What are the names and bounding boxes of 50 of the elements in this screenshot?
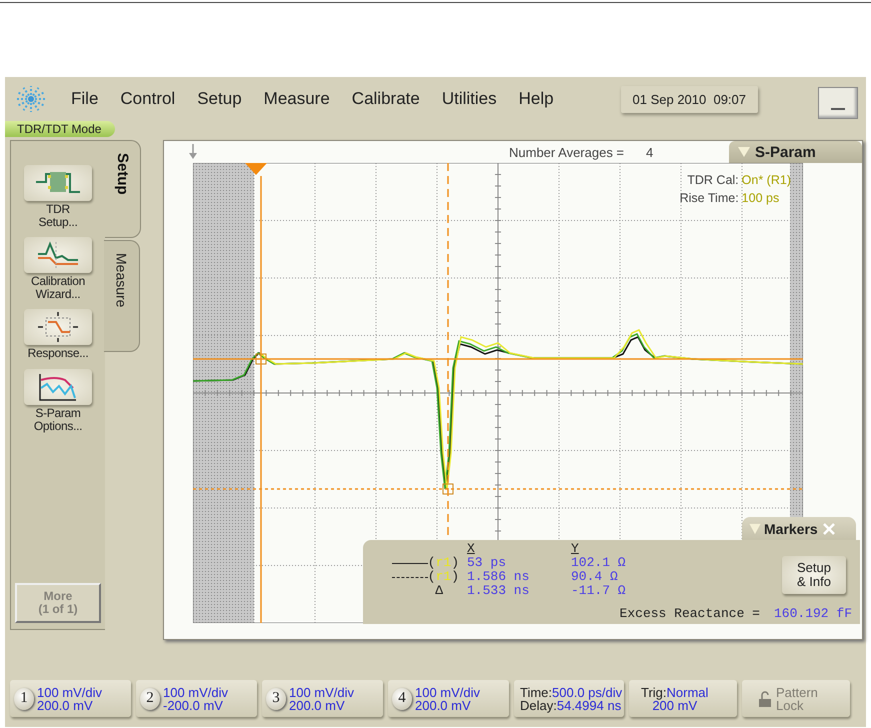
marker-point	[442, 484, 454, 494]
marker-line[interactable]	[193, 358, 803, 360]
info-value: 100 ps	[742, 191, 780, 205]
menu-item[interactable]: Calibrate	[352, 89, 420, 109]
marker-x-value: 53 ps	[467, 556, 508, 570]
info-label: Rise Time:	[680, 191, 739, 205]
trigger-button[interactable]: Trig:Normal 200 mV	[629, 680, 737, 717]
info-value: On* (R1)	[742, 173, 791, 187]
menu-item[interactable]: Setup	[197, 89, 242, 109]
setup-info-button[interactable]: Setup & Info	[782, 556, 846, 594]
markers-title: Markers	[764, 521, 818, 537]
marker-line[interactable]	[260, 176, 262, 623]
sidebar-button[interactable]: Calibration Wizard...	[13, 237, 103, 300]
marker-line[interactable]	[193, 488, 803, 490]
side-tab[interactable]: Measure	[104, 240, 140, 352]
side-tab[interactable]: Setup	[105, 140, 141, 238]
mode-label: TDR/TDT Mode	[5, 121, 116, 137]
trace-legend: (r1)	[392, 570, 459, 584]
lock-icon	[758, 690, 772, 708]
menu-item[interactable]: Help	[518, 89, 554, 109]
minimize-button[interactable]	[818, 87, 858, 119]
menu-item[interactable]: Control	[120, 89, 176, 109]
menu-item[interactable]: Utilities	[442, 89, 497, 109]
averages-label: Number Averages =	[509, 144, 624, 160]
sidebar-button[interactable]: TDR Setup...	[13, 165, 103, 228]
marker-x-value: 1.533 ns	[467, 584, 530, 598]
averages-value: 4	[646, 144, 654, 160]
close-icon[interactable]	[822, 522, 836, 536]
sidebar-button[interactable]: S-Param Options...	[13, 368, 103, 432]
menu-item[interactable]: File	[71, 89, 98, 109]
down-arrow-icon	[188, 144, 198, 160]
menu-item[interactable]: Measure	[264, 89, 330, 109]
info-label: TDR Cal:	[686, 173, 739, 187]
markers-tab[interactable]: Markers	[742, 517, 856, 541]
date-time-display: 01 Sep 2010 09:07	[620, 86, 758, 112]
column-header: X	[467, 542, 476, 556]
excess-reactance-reading: Excess Reactance = 160.192 fF	[620, 607, 852, 621]
marker-y-value: 102.1 Ω	[571, 556, 627, 570]
caret-icon	[737, 146, 751, 158]
mode-tab[interactable]: S-Param	[729, 141, 862, 163]
trace-legend: (r1)	[392, 556, 459, 570]
column-header: Y	[571, 542, 580, 556]
delta-symbol: Δ	[435, 584, 443, 598]
caret-icon	[748, 523, 762, 535]
marker-x-value: 1.586 ns	[467, 570, 530, 584]
marker-y-value: 90.4 Ω	[571, 570, 618, 584]
marker-handle[interactable]	[245, 163, 267, 175]
marker-point	[256, 354, 266, 364]
marker-y-value: -11.7 Ω	[571, 584, 627, 598]
timebase-button[interactable]: Time:500.0 ps/div Delay:54.4994 ns	[514, 680, 624, 717]
